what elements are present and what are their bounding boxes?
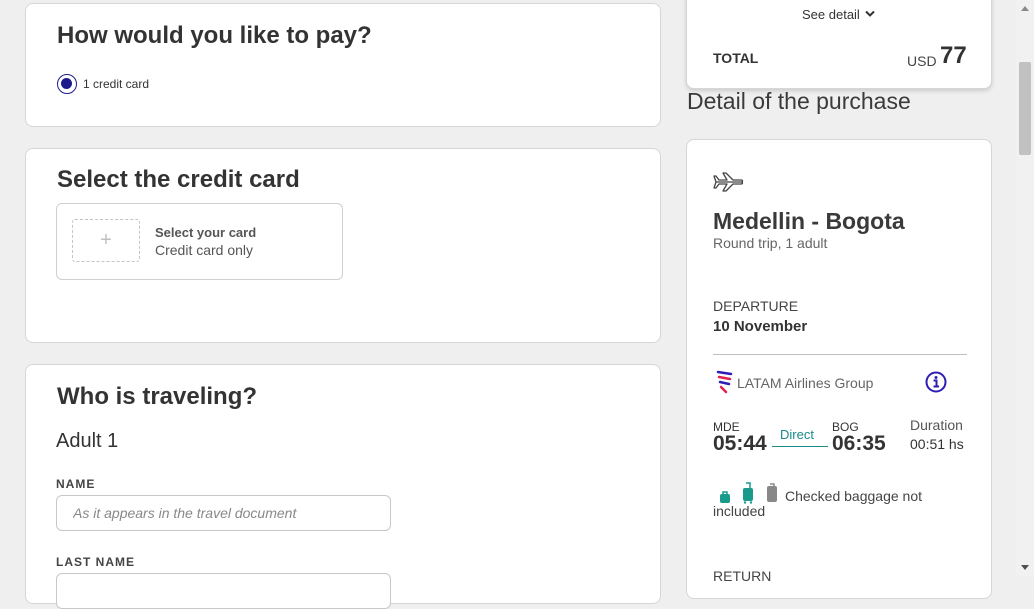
dest-time: 06:35 xyxy=(832,432,886,455)
departure-label: DEPARTURE xyxy=(713,298,799,314)
airline-name: LATAM Airlines Group xyxy=(737,375,874,391)
stop-type: Direct xyxy=(780,427,814,442)
select-card-sublabel: Credit card only xyxy=(155,242,254,258)
total-amount: 77 xyxy=(940,42,967,69)
departure-date: 10 November xyxy=(713,318,808,335)
scroll-down-arrow-icon[interactable] xyxy=(1021,565,1029,570)
purchase-detail-heading: Detail of the purchase xyxy=(687,88,911,114)
credit-card-section: Select the credit card + Select your car… xyxy=(25,148,661,343)
scrollbar[interactable] xyxy=(1016,0,1034,576)
duration-value: 00:51 hs xyxy=(910,436,964,452)
last-name-label: LAST NAME xyxy=(56,555,135,569)
select-card-button[interactable]: + Select your card Credit card only xyxy=(56,203,343,280)
info-icon[interactable] xyxy=(925,371,947,393)
total-label: TOTAL xyxy=(713,50,759,66)
name-label: NAME xyxy=(56,477,96,491)
payment-title: How would you like to pay? xyxy=(57,22,372,49)
duration-label: Duration xyxy=(910,417,963,433)
divider xyxy=(713,354,967,355)
total-summary-card: See detail TOTAL USD 77 xyxy=(686,0,992,89)
see-detail-link[interactable]: See detail xyxy=(802,7,876,22)
latam-logo-icon xyxy=(716,370,733,394)
trip-info: Round trip, 1 adult xyxy=(713,235,828,251)
credit-card-radio-label[interactable]: 1 credit card xyxy=(83,77,149,91)
total-currency: USD xyxy=(907,53,937,69)
purchase-detail-card: Medellin - Bogota Round trip, 1 adult DE… xyxy=(686,139,992,599)
traveler-section: Who is traveling? Adult 1 NAME LAST NAME xyxy=(25,364,661,609)
credit-card-title: Select the credit card xyxy=(57,166,300,193)
chevron-down-icon xyxy=(865,10,876,17)
baggage-text: Checked baggage not included xyxy=(713,488,922,519)
scroll-up-arrow-icon[interactable] xyxy=(1021,6,1029,11)
origin-time: 05:44 xyxy=(713,432,767,455)
payment-method-card: How would you like to pay? 1 credit card xyxy=(25,3,661,127)
select-card-label: Select your card xyxy=(155,225,257,240)
scrollbar-thumb[interactable] xyxy=(1019,62,1031,155)
add-card-plus-icon: + xyxy=(72,219,140,262)
airplane-icon xyxy=(713,172,744,192)
see-detail-label: See detail xyxy=(802,7,860,22)
credit-card-radio[interactable] xyxy=(57,74,77,94)
route-title: Medellin - Bogota xyxy=(713,208,905,234)
last-name-input[interactable] xyxy=(56,573,391,609)
traveler-title: Who is traveling? xyxy=(57,383,258,410)
name-input[interactable] xyxy=(56,495,391,531)
route-line xyxy=(772,446,828,447)
adult-label: Adult 1 xyxy=(56,430,119,452)
return-label: RETURN xyxy=(713,568,772,584)
